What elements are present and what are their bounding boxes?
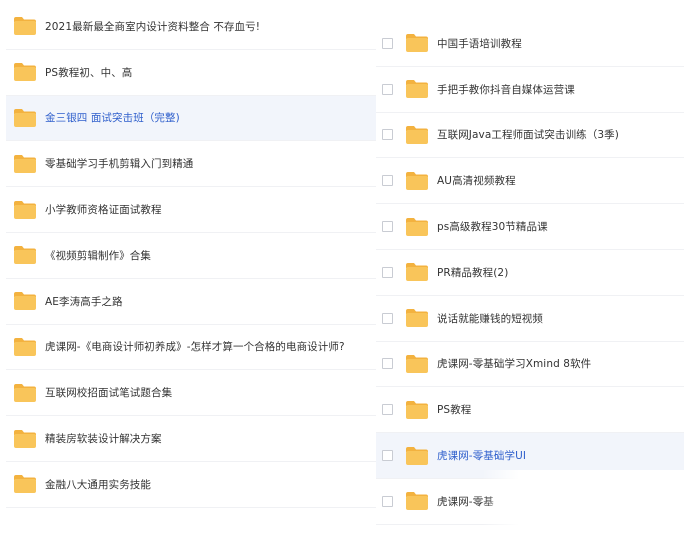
left-folder-row[interactable]: 零基础学习手机剪辑入门到精通: [6, 141, 378, 188]
folder-icon: [13, 200, 37, 220]
folder-icon: [13, 16, 37, 36]
folder-name: 金融八大通用实务技能: [45, 478, 151, 491]
folder-icon: [13, 245, 37, 265]
checkbox-icon[interactable]: [382, 404, 393, 416]
folder-icon: [13, 291, 37, 311]
folder-list-right: 中国手语培训教程手把手教你抖音自媒体运营课互联网Java工程师面试突击训练（3季…: [376, 18, 684, 530]
left-folder-row[interactable]: 《视频剪辑制作》合集: [6, 233, 378, 279]
folder-list-left: 2021最新最全商室内设计资料整合 不存血亏! PS教程初、中、高金三银四 面试突…: [6, 4, 378, 522]
folder-icon: [13, 429, 37, 449]
folder-name: 零基础学习手机剪辑入门到精通: [45, 158, 194, 171]
left-folder-row[interactable]: PS教程初、中、高: [6, 50, 378, 96]
folder-icon: [405, 308, 429, 328]
folder-icon: [405, 262, 429, 282]
folder-icon: [13, 62, 37, 82]
checkbox-icon[interactable]: [382, 358, 393, 370]
folder-icon: [405, 79, 429, 99]
folder-icon: [13, 337, 37, 357]
folder-name: PS教程: [437, 404, 472, 417]
checkbox-icon[interactable]: [382, 495, 393, 507]
image-fade-overlay: [482, 470, 688, 530]
folder-icon: [405, 400, 429, 420]
right-folder-row[interactable]: PR精品教程(2): [376, 250, 684, 296]
left-folder-row[interactable]: 金融八大通用实务技能: [6, 462, 378, 508]
folder-name: 手把手教你抖音自媒体运营课: [437, 83, 575, 96]
folder-icon: [405, 354, 429, 374]
checkbox-icon[interactable]: [382, 312, 393, 324]
folder-name: 小学教师资格证面试教程: [45, 204, 162, 217]
folder-name: 《视频剪辑制作》合集: [45, 249, 151, 262]
left-folder-row[interactable]: 互联网校招面试笔试题合集: [6, 370, 378, 417]
checkbox-icon[interactable]: [382, 221, 393, 233]
checkbox-icon[interactable]: [382, 266, 393, 278]
folder-icon: [13, 383, 37, 403]
left-folder-row[interactable]: 2021最新最全商室内设计资料整合 不存血亏!: [6, 4, 378, 50]
folder-icon: [405, 217, 429, 237]
folder-name: 虎课网-零基础学习Xmind 8软件: [437, 358, 592, 371]
right-folder-row[interactable]: 中国手语培训教程: [376, 21, 684, 67]
folder-icon: [405, 491, 429, 511]
folder-icon: [405, 171, 429, 191]
folder-icon: [13, 108, 37, 128]
right-folder-row[interactable]: PS教程: [376, 387, 684, 434]
folder-name: 精装房软装设计解决方案: [45, 433, 162, 446]
right-folder-row[interactable]: 说话就能赚钱的短视频: [376, 296, 684, 342]
left-folder-row[interactable]: 金三银四 面试突击班（完整): [6, 95, 378, 142]
right-folder-row[interactable]: 手把手教你抖音自媒体运营课: [376, 67, 684, 113]
right-folder-row[interactable]: 互联网Java工程师面试突击训练（3季): [376, 113, 684, 159]
folder-name: AE李涛高手之路: [45, 295, 123, 308]
file-browser-screenshot: 2021最新最全商室内设计资料整合 不存血亏! PS教程初、中、高金三银四 面试突…: [0, 0, 690, 548]
folder-icon: [405, 33, 429, 53]
right-folder-row[interactable]: 虎课网-零基础学习Xmind 8软件: [376, 342, 684, 388]
folder-icon: [13, 474, 37, 494]
folder-name: 互联网Java工程师面试突击训练（3季): [437, 129, 619, 142]
checkbox-icon[interactable]: [382, 450, 393, 462]
left-folder-row[interactable]: 虎课网-《电商设计师初养成》-怎样才算一个合格的电商设计师?: [6, 325, 378, 371]
left-folder-row[interactable]: 小学教师资格证面试教程: [6, 187, 378, 233]
left-folder-row[interactable]: AE李涛高手之路: [6, 279, 378, 325]
right-folder-row[interactable]: ps高级教程30节精品课: [376, 204, 684, 250]
folder-name: 说话就能赚钱的短视频: [437, 312, 543, 325]
checkbox-icon[interactable]: [382, 175, 393, 187]
checkbox-icon[interactable]: [382, 83, 393, 95]
checkbox-icon[interactable]: [382, 37, 393, 49]
folder-name: 中国手语培训教程: [437, 37, 522, 50]
folder-name: 虎课网-零基础学UI: [437, 450, 527, 463]
folder-name: AU高清视频教程: [437, 175, 516, 188]
left-folder-row[interactable]: 精装房软装设计解决方案: [6, 416, 378, 462]
folder-name: 金三银四 面试突击班（完整): [45, 112, 180, 125]
folder-name: PR精品教程(2): [437, 266, 509, 279]
folder-name: ps高级教程30节精品课: [437, 221, 548, 234]
folder-name: 2021最新最全商室内设计资料整合 不存血亏!: [45, 20, 261, 33]
right-folder-row[interactable]: AU高清视频教程: [376, 158, 684, 205]
checkbox-icon[interactable]: [382, 129, 393, 141]
folder-name: PS教程初、中、高: [45, 66, 133, 79]
folder-icon: [13, 154, 37, 174]
folder-name: 互联网校招面试笔试题合集: [45, 387, 173, 400]
folder-icon: [405, 446, 429, 466]
folder-icon: [405, 125, 429, 145]
folder-name: 虎课网-《电商设计师初养成》-怎样才算一个合格的电商设计师?: [45, 341, 345, 354]
